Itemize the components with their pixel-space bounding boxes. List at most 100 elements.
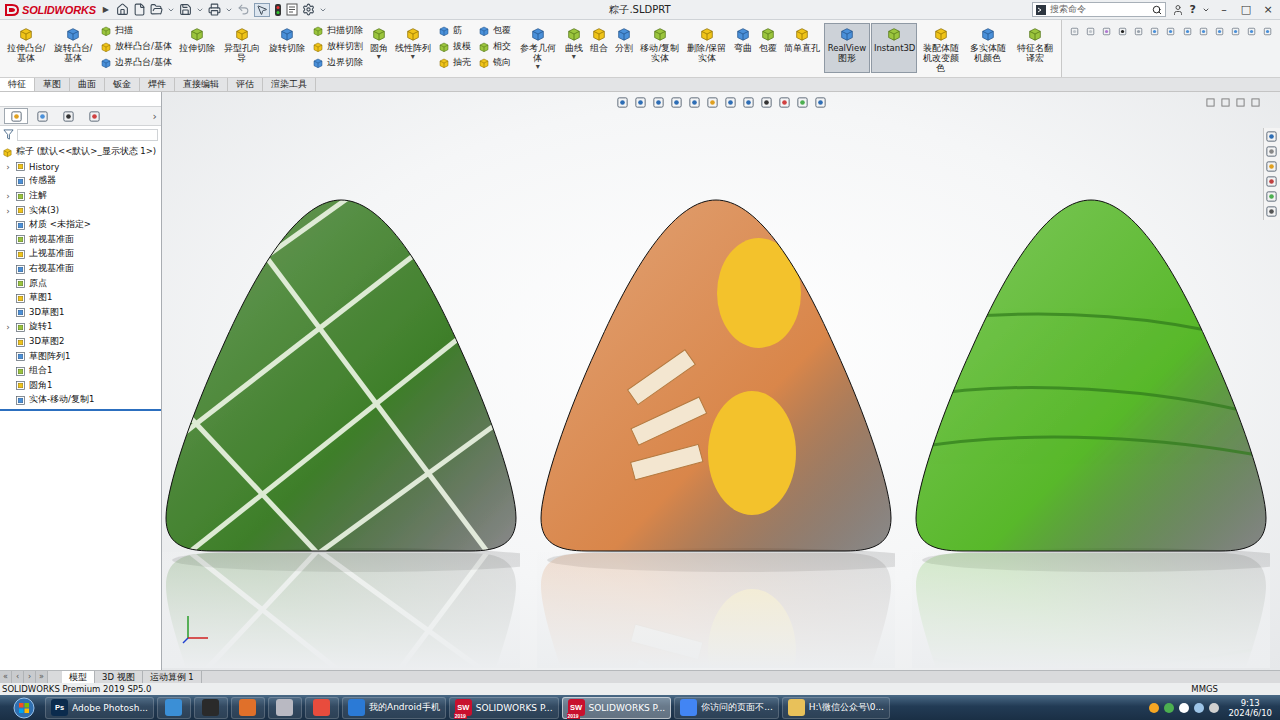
command-tab[interactable]: 钣金 [105, 78, 140, 91]
ribbon-button[interactable]: 拉伸切除 [176, 23, 218, 73]
view-tool-icon[interactable] [670, 96, 683, 109]
tree-item[interactable]: 右视基准面 [0, 262, 161, 277]
new-file-icon[interactable] [133, 3, 146, 16]
viewport-window-icon[interactable] [1236, 98, 1245, 107]
tree-item[interactable]: 3D草图2 [0, 335, 161, 350]
ribbon-small-button[interactable]: 拔模 [438, 40, 471, 54]
view-tool-icon[interactable] [1199, 25, 1208, 38]
tree-expander[interactable]: › [4, 206, 12, 216]
ribbon-button[interactable]: 特征名翻译宏 [1012, 23, 1058, 73]
view-tool-icon[interactable] [706, 96, 719, 109]
dropdown-arrow[interactable]: ▾ [377, 53, 381, 61]
clock[interactable]: 9:132024/6/10 [1224, 698, 1276, 718]
tree-item[interactable]: 草图阵列1 [0, 349, 161, 364]
view-tool-icon[interactable] [634, 96, 647, 109]
ribbon-button[interactable]: 线性阵列▾ [392, 23, 434, 73]
view-tool-icon[interactable] [724, 96, 737, 109]
view-tool-icon[interactable] [1231, 25, 1240, 38]
tree-root[interactable]: 粽子 (默认<<默认>_显示状态 1>) [0, 145, 161, 160]
search-box[interactable]: 搜索命令 [1032, 2, 1166, 17]
graphics-area[interactable] [162, 92, 1280, 670]
view-tool-icon[interactable] [36, 110, 49, 123]
ribbon-small-button[interactable]: 边界凸台/基体 [100, 56, 172, 70]
bottom-tab[interactable]: 3D 视图 [95, 671, 143, 683]
select-button[interactable] [254, 3, 270, 17]
view-tool-icon[interactable] [1263, 25, 1272, 38]
rebuild-icon[interactable] [274, 3, 282, 17]
open-folder-icon[interactable] [150, 3, 163, 16]
view-tool-icon[interactable] [1247, 25, 1256, 38]
zongzi-model[interactable] [912, 198, 1270, 668]
view-tool-icon[interactable] [1265, 175, 1278, 188]
bottom-tab[interactable]: 运动算例 1 [143, 671, 202, 683]
view-tool-icon[interactable] [1150, 25, 1159, 38]
ribbon-button[interactable]: 删除/保留实体 [684, 23, 730, 73]
taskbar-item[interactable]: SW2019SOLIDWORKS P... [449, 697, 559, 719]
tree-item[interactable]: ›实体(3) [0, 203, 161, 218]
tree-expander[interactable]: › [4, 162, 12, 172]
ribbon-button[interactable]: 弯曲 [731, 23, 755, 73]
ribbon-small-button[interactable]: 筋 [438, 24, 471, 38]
zongzi-model[interactable] [537, 198, 895, 668]
ribbon-small-button[interactable]: 抽壳 [438, 56, 471, 70]
view-tool-icon[interactable] [652, 96, 665, 109]
view-tool-icon[interactable] [1118, 25, 1127, 38]
app-logo[interactable]: SOLIDWORKS [4, 3, 96, 17]
filter-icon[interactable] [3, 129, 14, 140]
panel-tab[interactable] [82, 108, 106, 124]
ribbon-button[interactable]: Instant3D [871, 23, 917, 73]
home-icon[interactable] [116, 3, 129, 16]
tray-icon[interactable] [1164, 703, 1174, 713]
tree-item[interactable]: 传感器 [0, 174, 161, 189]
view-tool-icon[interactable] [1166, 25, 1175, 38]
ribbon-small-button[interactable]: 扫描 [100, 24, 172, 38]
ribbon-small-button[interactable]: 放样切割 [312, 40, 363, 54]
taskbar-item[interactable] [194, 697, 228, 719]
taskbar-item[interactable]: PsAdobe Photosh... [45, 697, 154, 719]
view-tool-icon[interactable] [742, 96, 755, 109]
print-icon[interactable] [208, 3, 221, 16]
unit-system[interactable]: MMGS [1191, 684, 1218, 694]
view-tool-icon[interactable] [10, 110, 23, 123]
view-tool-icon[interactable] [1183, 25, 1192, 38]
panel-tab[interactable] [4, 108, 28, 124]
options-icon[interactable] [302, 3, 315, 16]
view-tool-icon[interactable] [1215, 25, 1224, 38]
tree-item[interactable]: 原点 [0, 276, 161, 291]
ribbon-small-button[interactable]: 边界切除 [312, 56, 363, 70]
view-tool-icon[interactable] [616, 96, 629, 109]
view-tool-icon[interactable] [1265, 190, 1278, 203]
view-tool-icon[interactable] [1102, 25, 1111, 38]
dropdown-arrow[interactable]: ▾ [411, 53, 415, 61]
chevron-down-icon[interactable] [319, 6, 327, 14]
ribbon-button[interactable]: 异型孔向导 [219, 23, 265, 73]
tree-expander[interactable]: › [4, 191, 12, 201]
ribbon-small-button[interactable]: 相交 [478, 40, 511, 54]
view-tool-icon[interactable] [1134, 25, 1143, 38]
tree-item[interactable]: 3D草图1 [0, 306, 161, 321]
ribbon-small-button[interactable]: 镜向 [478, 56, 511, 70]
zongzi-model[interactable] [162, 198, 520, 668]
ribbon-button[interactable]: RealView图形 [824, 23, 870, 73]
ribbon-button[interactable]: 移动/复制实体 [637, 23, 683, 73]
menu-arrow[interactable]: ▶ [101, 5, 111, 14]
view-tool-icon[interactable] [688, 96, 701, 109]
search-icon[interactable] [1152, 5, 1162, 15]
taskbar-item[interactable] [268, 697, 302, 719]
view-tool-icon[interactable] [1086, 25, 1095, 38]
bottom-tab[interactable]: 模型 [62, 671, 95, 683]
rollback-bar[interactable] [0, 409, 161, 411]
taskbar-item[interactable] [231, 697, 265, 719]
dropdown-arrow[interactable]: ▾ [536, 63, 540, 71]
tab-nav-button[interactable]: » [36, 671, 48, 683]
view-tool-icon[interactable] [1070, 25, 1079, 38]
undo-icon[interactable] [237, 3, 250, 16]
ribbon-small-button[interactable]: 扫描切除 [312, 24, 363, 38]
ribbon-button[interactable]: 简单直孔 [781, 23, 823, 73]
ribbon-button[interactable]: 分割 [612, 23, 636, 73]
viewport-window-icon[interactable] [1206, 98, 1215, 107]
save-icon[interactable] [179, 3, 192, 16]
filter-field[interactable] [17, 129, 158, 141]
viewport-window-icon[interactable] [1221, 98, 1230, 107]
ribbon-button[interactable]: 旋转切除 [266, 23, 308, 73]
